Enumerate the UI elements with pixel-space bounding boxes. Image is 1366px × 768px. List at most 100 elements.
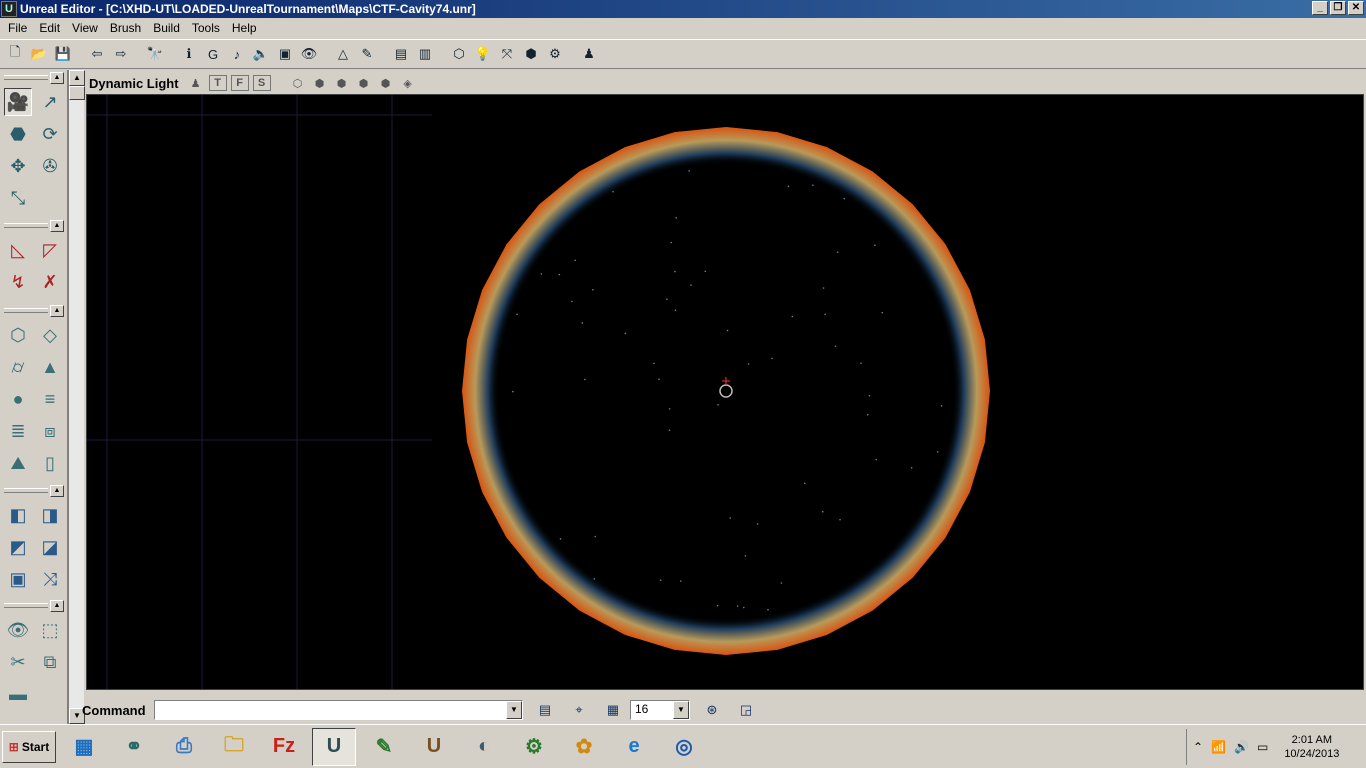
- build-paths-icon[interactable]: ⤧: [496, 43, 518, 65]
- title-bar[interactable]: U Unreal Editor - [C:\XHD-UT\LOADED-Unre…: [0, 0, 1366, 18]
- clip-delete-icon[interactable]: ✗: [36, 268, 64, 296]
- rotation-snap-icon[interactable]: ⊛: [701, 700, 723, 720]
- music-browser-icon[interactable]: ♪: [226, 43, 248, 65]
- lighting-mode-icon[interactable]: ◈: [399, 75, 417, 91]
- taskbar-app-ie-icon[interactable]: e: [612, 728, 656, 766]
- cone-builder-icon[interactable]: ▲: [36, 353, 64, 381]
- build-all-icon[interactable]: ⬢: [520, 43, 542, 65]
- sound-browser-icon[interactable]: 🔈: [250, 43, 272, 65]
- build-bsp-icon[interactable]: ▥: [414, 43, 436, 65]
- cube-builder-icon[interactable]: ⬡: [4, 321, 32, 349]
- palette-collapse-button[interactable]: ▲: [50, 485, 64, 497]
- new-map-icon[interactable]: 🗋: [4, 43, 26, 65]
- grid-size-dropdown-button[interactable]: ▼: [673, 701, 689, 719]
- volume-icon[interactable]: 🔊: [1234, 740, 1249, 754]
- taskbar-app-planet-icon[interactable]: ◎: [662, 728, 706, 766]
- build-geometry-icon[interactable]: ▤: [390, 43, 412, 65]
- volumetric-builder-icon[interactable]: ▯: [36, 449, 64, 477]
- save-map-icon[interactable]: 💾: [52, 43, 74, 65]
- menu-tools[interactable]: Tools: [186, 21, 226, 35]
- intersect-brush-icon[interactable]: ◩: [4, 533, 32, 561]
- build-lighting-icon[interactable]: 💡: [472, 43, 494, 65]
- search-actors-icon[interactable]: 🔭: [144, 43, 166, 65]
- subtract-brush-icon[interactable]: ◨: [36, 501, 64, 529]
- bsp-cuts-mode-icon[interactable]: ⬢: [355, 75, 373, 91]
- palette-collapse-button[interactable]: ▲: [50, 305, 64, 317]
- sphere-builder-icon[interactable]: ●: [4, 385, 32, 413]
- close-button[interactable]: ✕: [1348, 1, 1364, 15]
- side-view-icon[interactable]: S: [253, 75, 271, 91]
- menu-build[interactable]: Build: [147, 21, 186, 35]
- group-browser-icon[interactable]: G: [202, 43, 224, 65]
- taskbar-app-network-icon[interactable]: ⚭: [112, 728, 156, 766]
- scroll-up-button[interactable]: ▲: [69, 70, 85, 86]
- taskbar-app-scanner-icon[interactable]: ⎙: [162, 728, 206, 766]
- taskbar-app-explorer-icon[interactable]: 🗀: [212, 728, 256, 766]
- command-dropdown-button[interactable]: ▼: [506, 701, 522, 719]
- rotate-texture-tool-icon[interactable]: ✇: [36, 152, 64, 180]
- zone-mode-icon[interactable]: ⬢: [311, 75, 329, 91]
- add-brush-icon[interactable]: ◧: [4, 501, 32, 529]
- terrain-builder-icon[interactable]: ⛰: [4, 449, 32, 477]
- monitor-icon[interactable]: ▭: [1257, 740, 1268, 754]
- palette-grip[interactable]: [4, 488, 48, 493]
- grid-toggle-icon[interactable]: ▦: [602, 700, 624, 720]
- texture-browser-icon[interactable]: ▣: [274, 43, 296, 65]
- palette-grip[interactable]: [4, 223, 48, 228]
- build-options-icon[interactable]: ⚙: [544, 43, 566, 65]
- palette-grip[interactable]: [4, 308, 48, 313]
- scale-tool-icon[interactable]: ⤡: [4, 184, 32, 212]
- deintersect-brush-icon[interactable]: ◪: [36, 533, 64, 561]
- clip-split-icon[interactable]: ◸: [36, 236, 64, 264]
- tray-expand-icon[interactable]: ⌃: [1193, 740, 1203, 754]
- menu-help[interactable]: Help: [226, 21, 263, 35]
- 2d-shape-editor-icon[interactable]: △: [332, 43, 354, 65]
- staircase-builder-icon[interactable]: ≡: [36, 385, 64, 413]
- show-selected-icon[interactable]: 👁: [4, 616, 32, 644]
- camera-move-tool-icon[interactable]: 🎥: [4, 88, 32, 116]
- clip-brush-icon[interactable]: ◺: [4, 236, 32, 264]
- viewport-canvas[interactable]: [87, 95, 1364, 690]
- start-button[interactable]: ⊞ Start: [2, 731, 56, 763]
- minimize-button[interactable]: _: [1312, 1, 1328, 15]
- misc-tool-icon[interactable]: ▬: [4, 680, 32, 708]
- brush-clip-tool-icon[interactable]: ⬣: [4, 120, 32, 148]
- maximize-viewport-icon[interactable]: ◲: [735, 700, 757, 720]
- menu-edit[interactable]: Edit: [33, 21, 66, 35]
- curved-stair-builder-icon[interactable]: ≣: [4, 417, 32, 445]
- palette-grip[interactable]: [4, 75, 48, 80]
- rebuild-geometry-icon[interactable]: ⬡: [448, 43, 470, 65]
- menu-view[interactable]: View: [66, 21, 104, 35]
- palette-grip[interactable]: [4, 603, 48, 608]
- mesh-browser-icon[interactable]: 👁: [298, 43, 320, 65]
- signal-icon[interactable]: 📶: [1211, 740, 1226, 754]
- scroll-thumb[interactable]: [69, 86, 85, 100]
- spiral-stair-builder-icon[interactable]: ⧈: [36, 417, 64, 445]
- palette-scrollbar[interactable]: ▲ ▼: [68, 70, 84, 724]
- tray-clock[interactable]: 2:01 AM 10/24/2013: [1284, 733, 1339, 761]
- taskbar-app-audio-icon[interactable]: ◐: [462, 728, 506, 766]
- texture-usage-mode-icon[interactable]: ⬢: [333, 75, 351, 91]
- vertex-edit-tool-icon[interactable]: ↗: [36, 88, 64, 116]
- snap-vertex-icon[interactable]: ⌖: [568, 700, 590, 720]
- taskbar-app-filezilla-icon[interactable]: Fz: [262, 728, 306, 766]
- add-special-brush-icon[interactable]: ▣: [4, 565, 32, 593]
- pan-texture-tool-icon[interactable]: ✥: [4, 152, 32, 180]
- restore-button[interactable]: ❐: [1330, 1, 1346, 15]
- palette-collapse-button[interactable]: ▲: [50, 600, 64, 612]
- hide-invert-icon[interactable]: ✂: [4, 648, 32, 676]
- wireframe-mode-icon[interactable]: ⬡: [289, 75, 307, 91]
- cylinder-builder-icon[interactable]: ⌭: [4, 353, 32, 381]
- clip-flip-icon[interactable]: ↯: [4, 268, 32, 296]
- taskbar-app-windows-icon[interactable]: ▦: [62, 728, 106, 766]
- select-all-icon[interactable]: ⧉: [36, 648, 64, 676]
- redo-icon[interactable]: ⇨: [110, 43, 132, 65]
- undo-icon[interactable]: ⇦: [86, 43, 108, 65]
- add-mover-icon[interactable]: ⤨: [36, 565, 64, 593]
- palette-collapse-button[interactable]: ▲: [50, 72, 64, 84]
- top-view-icon[interactable]: T: [209, 75, 227, 91]
- open-map-icon[interactable]: 📂: [28, 43, 50, 65]
- hide-selected-icon[interactable]: ⬚: [36, 616, 64, 644]
- taskbar-app-unrealed-icon[interactable]: U: [312, 728, 356, 766]
- unrealscript-editor-icon[interactable]: ✎: [356, 43, 378, 65]
